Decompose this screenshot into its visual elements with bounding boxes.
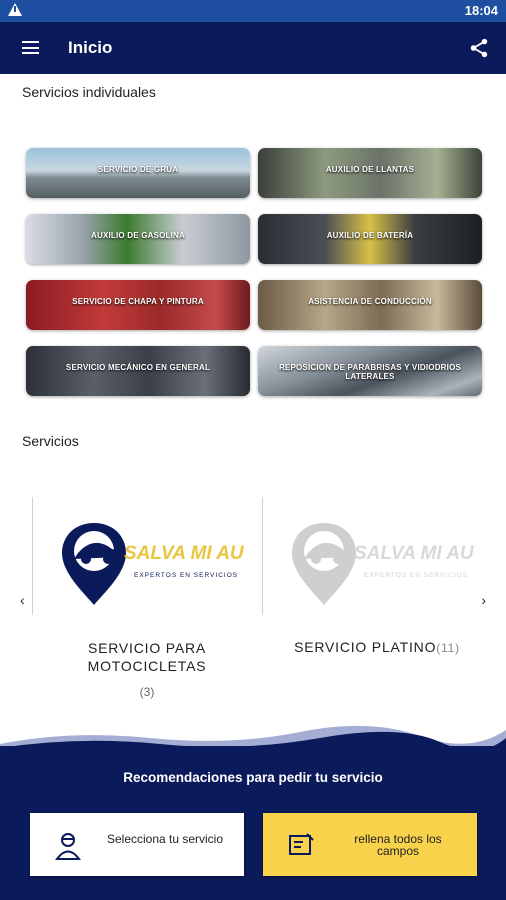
service-card-name: SERVICIO PLATINO	[294, 639, 437, 655]
service-tile-windshield[interactable]: Reposicion de parabrisas y vidiodrios la…	[258, 346, 482, 396]
form-icon	[289, 833, 314, 855]
services-carousel: ‹ › SALVA MI AUTO EXPERTOS EN SERVICIOS …	[0, 497, 506, 712]
service-card-name: SERVICIO PARA MOTOCICLETAS	[87, 640, 207, 674]
carousel-prev-arrow[interactable]: ‹	[20, 592, 25, 608]
logo-text: SALVA MI AUTO	[124, 543, 245, 564]
service-tile-label: Auxilio de gasolina	[90, 231, 186, 240]
service-tile-bodywork[interactable]: Servicio de chapa y pintura	[26, 280, 250, 330]
page-title: Inicio	[68, 38, 113, 57]
service-card-name-row: SERVICIO PLATINO(11)	[262, 639, 492, 655]
service-tile-mechanic[interactable]: Servicio mecánico en general	[26, 346, 250, 396]
app-bar: Inicio	[0, 22, 506, 74]
status-time: 18:04	[464, 3, 498, 18]
person-icon	[55, 833, 81, 860]
service-card-count: (11)	[436, 641, 460, 655]
service-tile-label: Auxilio de llantas	[325, 165, 415, 174]
warning-icon	[8, 3, 22, 16]
footer: Recomendaciones para pedir tu servicio S…	[0, 716, 506, 900]
service-tile-tires[interactable]: Auxilio de llantas	[258, 148, 482, 198]
service-tile-label: Servicio mecánico en general	[65, 363, 211, 372]
service-tile-label: Servicio de chapa y pintura	[72, 297, 204, 306]
service-card-count: (3)	[139, 685, 155, 699]
share-icon[interactable]	[468, 37, 490, 59]
step-fill-fields[interactable]: rellena todos los campos	[263, 813, 477, 876]
menu-icon[interactable]	[22, 41, 39, 54]
service-tile-label: Servicio de grúa	[97, 165, 179, 174]
salva-mi-auto-logo: SALVA MI AUTO EXPERTOS EN SERVICIOS	[62, 523, 245, 605]
service-tile-battery[interactable]: Auxilio de batería	[258, 214, 482, 264]
salva-mi-auto-logo: SALVA MI AUTO EXPERTOS EN SERVICIOS	[292, 523, 475, 605]
service-tile-label: Auxilio de batería	[326, 231, 414, 240]
status-bar: 18:04	[0, 0, 506, 22]
service-tile-label: Asistencia de conducción	[308, 297, 432, 306]
logo-text: SALVA MI AUTO	[354, 543, 475, 564]
logo-subtext: EXPERTOS EN SERVICIOS	[134, 572, 238, 579]
service-tile-driving[interactable]: Asistencia de conducción	[258, 280, 482, 330]
service-tile-gasoline[interactable]: Auxilio de gasolina	[26, 214, 250, 264]
service-card[interactable]: SALVA MI AUTO EXPERTOS EN SERVICIOS	[262, 497, 492, 707]
logo-subtext: EXPERTOS EN SERVICIOS	[364, 572, 468, 579]
service-tile-label: Reposicion de parabrisas y vidiodrios la…	[278, 363, 462, 381]
step-select-service[interactable]: Selecciona tu servicio	[30, 813, 244, 876]
service-card[interactable]: SALVA MI AUTO EXPERTOS EN SERVICIOS SERV…	[32, 497, 262, 707]
step-label: rellena todos los campos	[354, 832, 442, 858]
service-tile-tow[interactable]: Servicio de grúa	[26, 148, 250, 198]
individual-services-title: Servicios individuales	[22, 84, 156, 100]
services-title: Servicios	[22, 433, 79, 449]
step-label: Selecciona tu servicio	[106, 832, 224, 846]
recommendations-title: Recomendaciones para pedir tu servicio	[123, 770, 383, 785]
